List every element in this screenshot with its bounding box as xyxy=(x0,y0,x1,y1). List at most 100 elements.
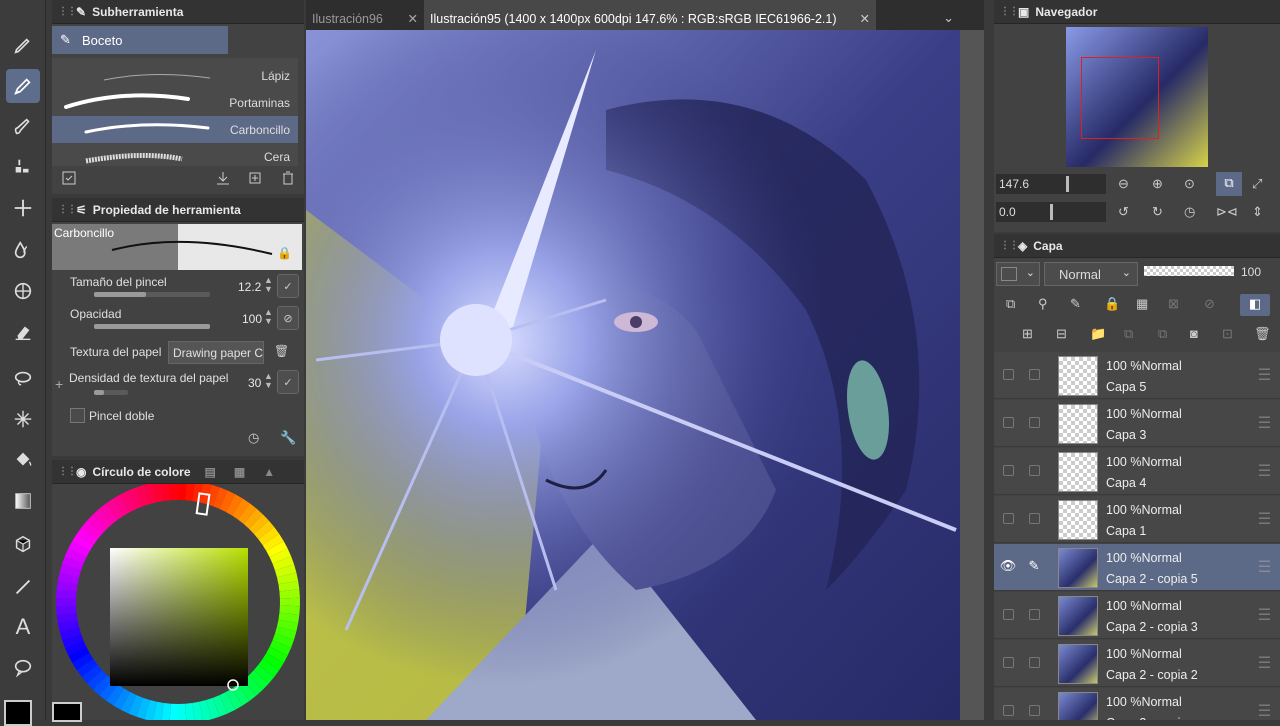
brush-size-slider[interactable] xyxy=(94,292,210,297)
edit-toggle[interactable] xyxy=(1026,366,1042,382)
layer-row[interactable]: 100 %Normal Capa 2 - copia ——— xyxy=(994,688,1280,720)
eraser-tool-icon[interactable] xyxy=(6,315,40,349)
main-color-swatch[interactable] xyxy=(4,700,32,726)
paper-texture-select[interactable]: Drawing paper C xyxy=(168,341,264,364)
duplicate-subtool-icon[interactable] xyxy=(244,167,266,189)
visibility-toggle[interactable] xyxy=(1000,510,1016,526)
layer-row[interactable]: 100 %Normal Capa 5 — — — xyxy=(994,352,1280,399)
edit-toggle[interactable] xyxy=(1026,462,1042,478)
gradient-tool-icon[interactable] xyxy=(6,484,40,518)
brush-item-portaminas[interactable]: Portaminas xyxy=(52,89,298,116)
lock-icon[interactable]: 🔒 xyxy=(277,246,292,260)
density-pressure-icon[interactable]: ✓ xyxy=(277,370,299,394)
wrench-icon[interactable]: 🔧 xyxy=(280,430,296,446)
create-mask-icon[interactable]: ◙ xyxy=(1190,326,1198,341)
layer-color-select[interactable]: ⌄ xyxy=(996,262,1040,286)
magic-wand-icon[interactable] xyxy=(6,402,40,436)
tabs-dropdown-icon[interactable]: ⌄ xyxy=(943,10,954,26)
delete-subtool-icon[interactable] xyxy=(277,167,299,189)
opacity-pressure-icon[interactable]: ⊘ xyxy=(277,306,299,330)
edit-pencil-icon[interactable]: ✎ xyxy=(1026,558,1042,574)
3d-figure-icon[interactable] xyxy=(6,528,40,562)
drag-handle-icon[interactable]: — — — xyxy=(1259,412,1270,433)
draft-layer-icon[interactable]: ✎ xyxy=(1070,296,1081,312)
trash-icon[interactable]: 🗑 xyxy=(274,344,289,358)
edit-toggle[interactable] xyxy=(1026,606,1042,622)
lasso-tool-icon[interactable] xyxy=(6,362,40,396)
expand-plus-icon[interactable]: + xyxy=(55,376,63,392)
navigator-preview[interactable] xyxy=(1066,27,1208,167)
fit-navigator-icon[interactable]: ⤢ xyxy=(1252,176,1262,192)
timer-icon[interactable]: ◷ xyxy=(248,430,259,446)
close-tab-icon[interactable]: ✕ xyxy=(860,11,870,26)
grid-tool-icon[interactable] xyxy=(6,274,40,308)
color-set-tab-icon[interactable]: ▦ xyxy=(234,465,245,479)
brush-tool-icon[interactable] xyxy=(6,110,40,144)
double-brush-checkbox[interactable] xyxy=(70,408,85,423)
brush-item-carboncillo[interactable]: Carboncillo xyxy=(52,116,298,143)
tab-ilustracion95[interactable]: Ilustración95 (1400 x 1400px 600dpi 147.… xyxy=(424,0,876,30)
ruler-icon[interactable]: ⊘ xyxy=(1204,296,1215,312)
color-history-tab-icon[interactable]: ▲ xyxy=(263,465,275,479)
layer-opacity-value[interactable]: 100 xyxy=(1241,265,1261,279)
visibility-toggle[interactable] xyxy=(1000,414,1016,430)
zoom-field[interactable]: 147.6 xyxy=(996,174,1106,194)
drag-handle-icon[interactable]: — — — xyxy=(1259,460,1270,481)
opacity-slider[interactable] xyxy=(94,324,210,329)
visibility-toggle[interactable] xyxy=(1000,606,1016,622)
rotation-field[interactable]: 0.0 xyxy=(996,202,1106,222)
layer-row[interactable]: 100 %Normal Capa 2 - copia 3 — — — xyxy=(994,592,1280,639)
visibility-toggle[interactable] xyxy=(1000,462,1016,478)
edit-toggle[interactable] xyxy=(1026,654,1042,670)
reference-layer-icon[interactable]: ⚲ xyxy=(1038,296,1048,312)
flip-horizontal-icon[interactable]: ⊳⊲ xyxy=(1216,204,1238,220)
new-raster-layer-icon[interactable]: ⊞ xyxy=(1022,326,1033,342)
view-frame[interactable] xyxy=(1081,57,1159,139)
lock-transparency-icon[interactable]: ▦ xyxy=(1136,296,1148,312)
import-subtool-icon[interactable] xyxy=(212,167,234,189)
text-tool-icon[interactable]: A xyxy=(6,610,40,644)
pressure-toggle-icon[interactable]: ✓ xyxy=(277,274,299,298)
layer-color-icon[interactable]: ◧ xyxy=(1240,294,1270,316)
pen-tool-icon[interactable] xyxy=(6,28,40,62)
clip-layer-icon[interactable]: ⧉ xyxy=(1006,296,1015,312)
new-folder-icon[interactable]: 📁 xyxy=(1090,326,1106,342)
edit-toggle[interactable] xyxy=(1026,414,1042,430)
main-color-box[interactable] xyxy=(52,702,82,722)
layer-row[interactable]: 100 %Normal Capa 4 — — — xyxy=(994,448,1280,495)
brush-item-lapiz[interactable]: Lápiz xyxy=(52,62,298,89)
color-palette-tab-icon[interactable]: ▤ xyxy=(205,465,216,479)
color-wheel[interactable] xyxy=(52,484,304,720)
mask-icon[interactable]: ⊠ xyxy=(1168,296,1179,312)
blend-mode-select[interactable]: Normal ⌄ xyxy=(1044,262,1138,286)
stepper-icon[interactable]: ▲ ▼ xyxy=(264,276,273,294)
texture-density-slider[interactable] xyxy=(94,390,128,395)
reset-rotation-icon[interactable]: ◷ xyxy=(1184,204,1195,220)
artwork-canvas[interactable] xyxy=(306,30,960,720)
eye-icon[interactable]: 👁 xyxy=(1000,558,1017,574)
edit-toggle[interactable] xyxy=(1026,510,1042,526)
visibility-toggle[interactable] xyxy=(1000,654,1016,670)
layer-row[interactable]: 100 %Normal Capa 3 — — — xyxy=(994,400,1280,447)
drag-handle-icon[interactable]: — — — xyxy=(1259,364,1270,385)
balloon-tool-icon[interactable] xyxy=(6,651,40,685)
visibility-toggle[interactable] xyxy=(1000,366,1016,382)
actual-size-icon[interactable]: ⊙ xyxy=(1184,176,1195,192)
lock-layer-icon[interactable]: 🔒 xyxy=(1104,296,1120,312)
subtool-group-tab[interactable]: ✎ Boceto xyxy=(52,26,228,54)
new-vector-layer-icon[interactable]: ⊟ xyxy=(1056,326,1067,342)
fill-bucket-icon[interactable] xyxy=(6,443,40,477)
move-tool-icon[interactable] xyxy=(6,191,40,225)
visibility-toggle[interactable] xyxy=(1000,702,1016,718)
close-tab-icon[interactable]: ✕ xyxy=(408,11,418,26)
layer-opacity-slider[interactable] xyxy=(1144,266,1234,276)
merge-down-icon[interactable]: ⧉ xyxy=(1124,326,1133,342)
decoration-tool-icon[interactable] xyxy=(6,150,40,184)
merge-selected-icon[interactable]: ⧉ xyxy=(1158,326,1167,342)
subtool-settings-icon[interactable] xyxy=(58,167,80,189)
brush-size-value[interactable]: 12.2 xyxy=(238,280,261,294)
drag-handle-icon[interactable]: — — — xyxy=(1259,652,1270,673)
drag-handle-icon[interactable]: — — — xyxy=(1259,556,1270,577)
line-tool-icon[interactable] xyxy=(6,570,40,604)
blend-tool-icon[interactable] xyxy=(6,233,40,267)
